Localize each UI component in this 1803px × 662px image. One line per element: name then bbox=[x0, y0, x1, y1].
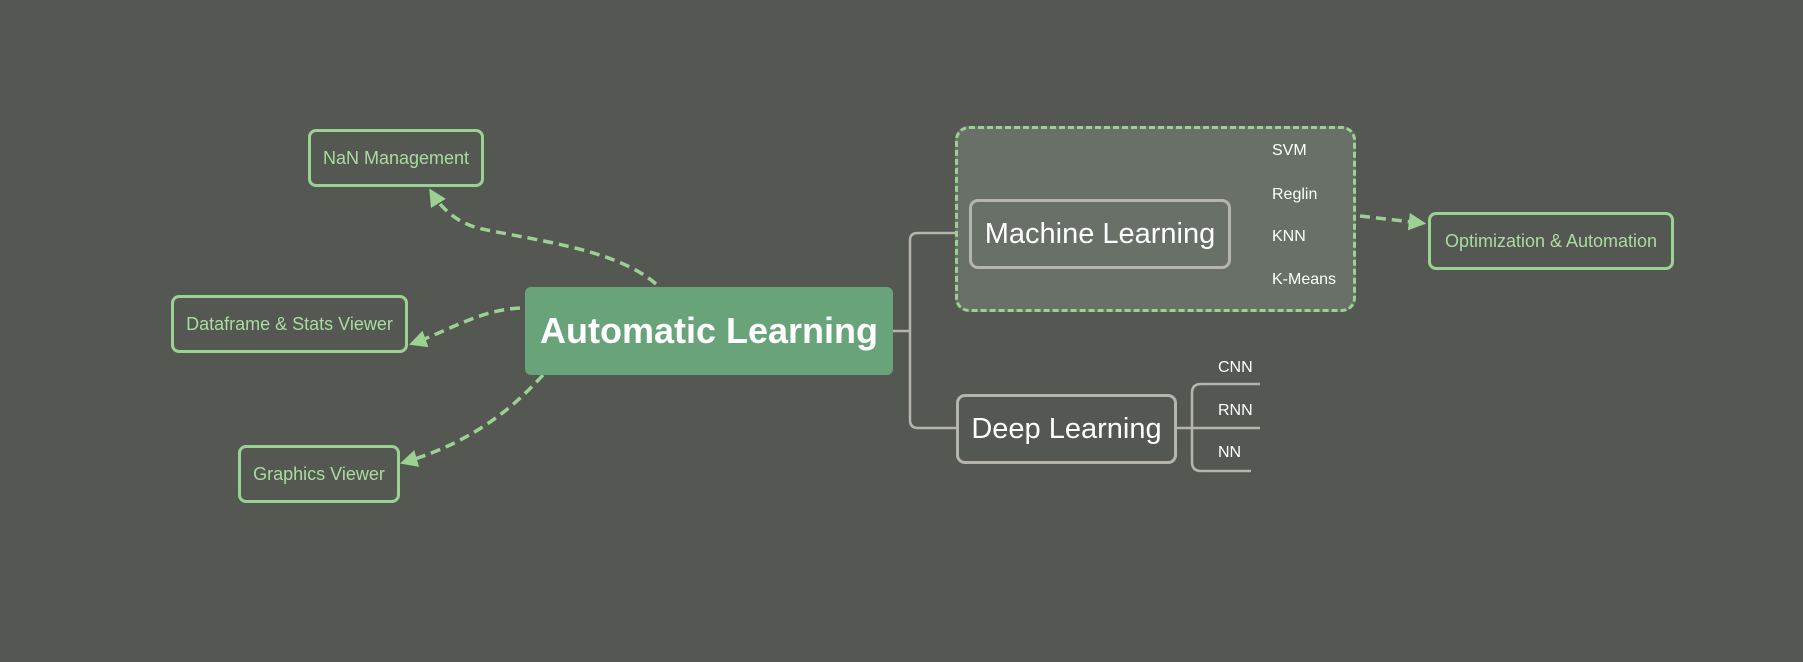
graphics-viewer-node[interactable]: Graphics Viewer bbox=[238, 445, 400, 503]
leaf-cnn[interactable]: CNN bbox=[1218, 359, 1253, 377]
nan-management-node[interactable]: NaN Management bbox=[308, 129, 484, 187]
machine-learning-node[interactable]: Machine Learning bbox=[969, 199, 1231, 269]
deep-learning-label: Deep Learning bbox=[971, 412, 1162, 445]
leaf-rnn[interactable]: RNN bbox=[1218, 402, 1253, 420]
mind-map-canvas: Automatic Learning Machine Learning Deep… bbox=[0, 0, 1803, 662]
dataframe-stats-viewer-node[interactable]: Dataframe & Stats Viewer bbox=[171, 295, 408, 353]
arrow-to-nan-management bbox=[429, 188, 658, 286]
center-node-label: Automatic Learning bbox=[539, 310, 879, 351]
dataframe-stats-viewer-label: Dataframe & Stats Viewer bbox=[186, 313, 393, 334]
graphics-viewer-label: Graphics Viewer bbox=[253, 463, 385, 484]
leaf-reglin[interactable]: Reglin bbox=[1272, 186, 1317, 204]
nan-management-label: NaN Management bbox=[322, 147, 470, 168]
leaf-nn[interactable]: NN bbox=[1218, 444, 1241, 462]
leaf-knn[interactable]: KNN bbox=[1272, 228, 1306, 246]
deep-learning-node[interactable]: Deep Learning bbox=[956, 394, 1177, 464]
optimization-automation-label: Optimization & Automation bbox=[1444, 230, 1658, 251]
leaf-svm[interactable]: SVM bbox=[1272, 142, 1307, 160]
arrow-to-optimization bbox=[1359, 212, 1427, 231]
optimization-automation-node[interactable]: Optimization & Automation bbox=[1428, 212, 1674, 270]
arrow-to-dataframe-viewer bbox=[409, 306, 521, 348]
arrow-to-graphics-viewer bbox=[399, 373, 545, 467]
leaf-k-means[interactable]: K-Means bbox=[1272, 271, 1336, 289]
center-node[interactable]: Automatic Learning bbox=[525, 287, 893, 375]
machine-learning-label: Machine Learning bbox=[984, 217, 1216, 250]
